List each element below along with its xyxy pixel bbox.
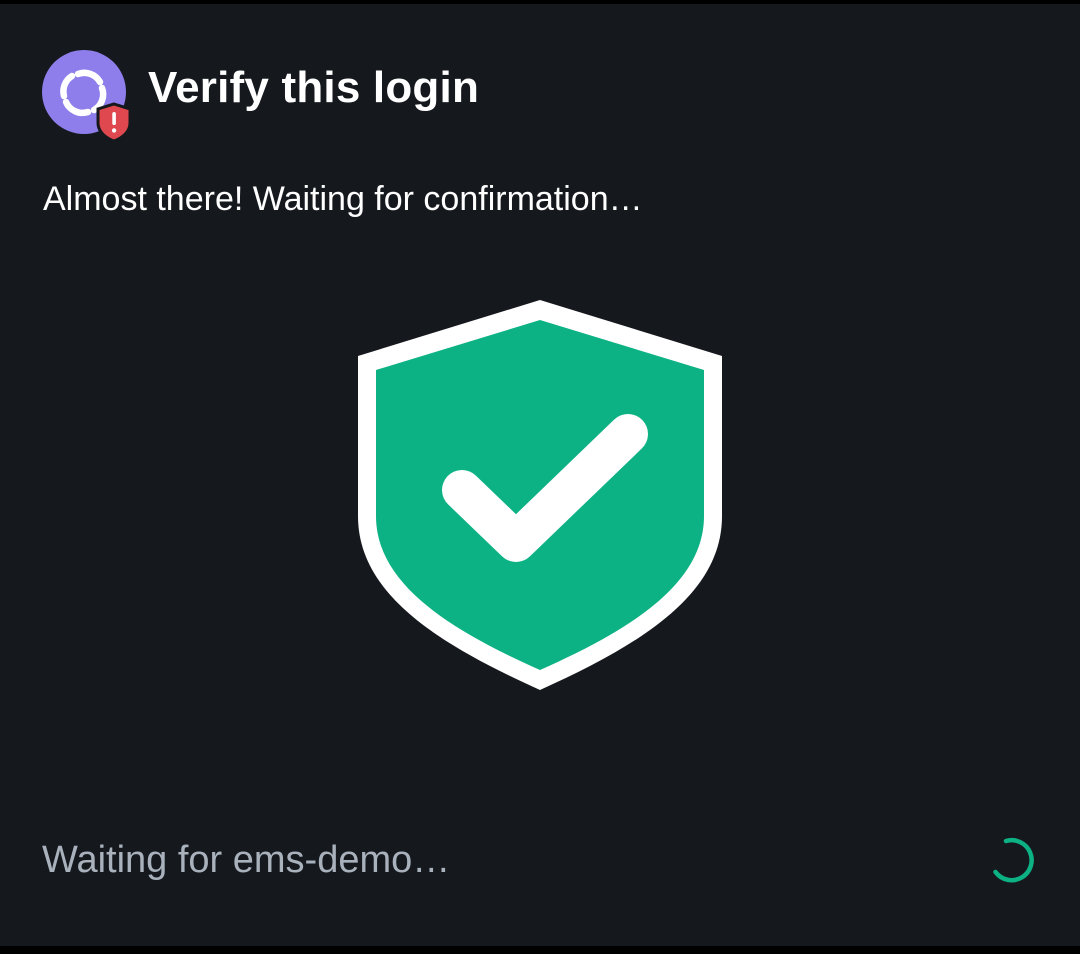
shield-warning-icon xyxy=(96,102,132,142)
verified-shield xyxy=(352,294,728,694)
loading-spinner xyxy=(986,832,1042,888)
verification-dialog: Verify this login Almost there! Waiting … xyxy=(0,4,1080,946)
status-row: Waiting for ems-demo… xyxy=(42,830,1038,890)
loading-spinner-icon xyxy=(993,837,1034,883)
dialog-title: Verify this login xyxy=(148,63,480,112)
dialog-subtitle: Almost there! Waiting for confirmation… xyxy=(43,180,643,218)
status-text: Waiting for ems-demo… xyxy=(42,838,451,881)
element-logo-icon xyxy=(42,50,132,142)
shield-check-icon xyxy=(358,300,722,690)
app-logo xyxy=(42,50,132,142)
dialog-header: Verify this login xyxy=(42,46,480,142)
